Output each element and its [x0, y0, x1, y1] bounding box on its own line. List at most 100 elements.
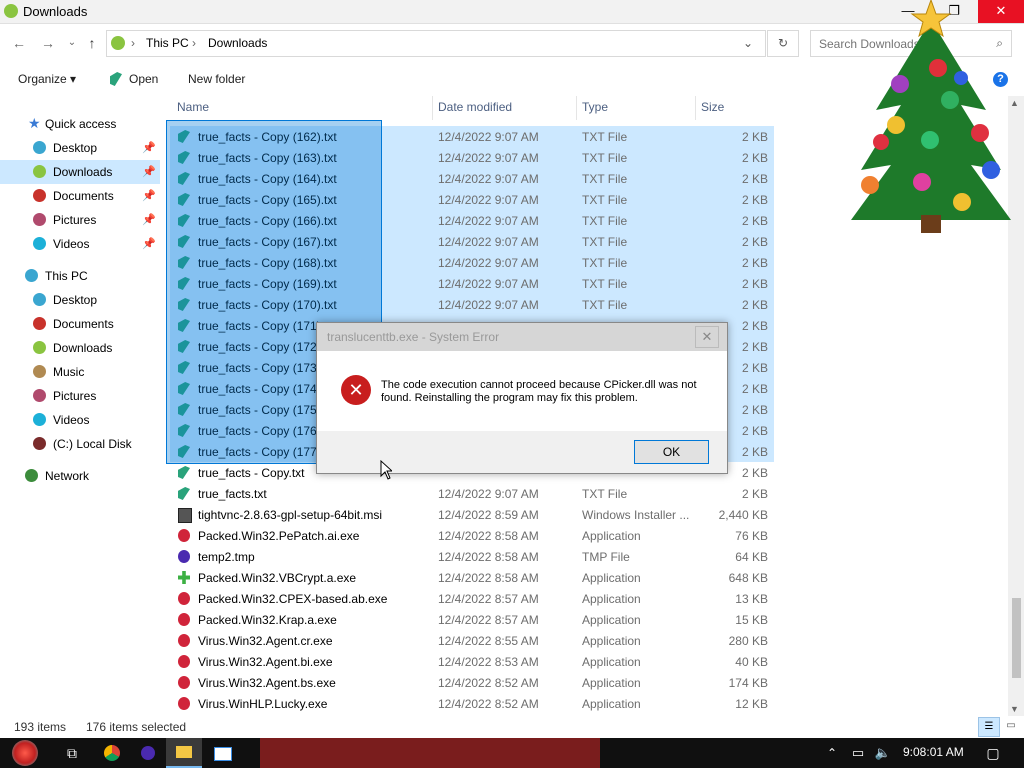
file-name: Virus.Win32.Agent.bs.exe	[198, 676, 336, 690]
sidebar-network[interactable]: Network	[0, 464, 160, 488]
scrollbar-thumb[interactable]	[1012, 598, 1021, 678]
file-size: 2 KB	[741, 235, 768, 249]
recent-locations-button[interactable]: ⌄	[62, 33, 82, 53]
file-row[interactable]: Virus.Win32.Agent.bi.exe 12/4/2022 8:53 A…	[170, 651, 774, 672]
file-row[interactable]: Packed.Win32.Krap.a.exe 12/4/2022 8:57 AM…	[170, 609, 774, 630]
sidebar-item-pc-desktop[interactable]: Desktop	[0, 288, 160, 312]
dialog-body: ✕ The code execution cannot proceed beca…	[317, 351, 727, 431]
open-button[interactable]: Open	[129, 72, 158, 86]
sidebar-label: Pictures	[53, 213, 97, 227]
scroll-down-arrow-icon[interactable]: ▼	[1010, 704, 1019, 714]
column-header-type[interactable]: Type	[582, 100, 608, 120]
show-hidden-icons-icon[interactable]: ⌃	[820, 738, 844, 768]
sidebar-item-local-disk[interactable]: (C:) Local Disk	[0, 432, 160, 456]
file-row[interactable]: Virus.Win32.Agent.cr.exe 12/4/2022 8:55 A…	[170, 630, 774, 651]
sidebar-label: Downloads	[53, 341, 113, 355]
open-icon	[110, 72, 122, 86]
file-size: 2 KB	[741, 256, 768, 270]
sidebar-quick-access[interactable]: ★ Quick access	[0, 112, 160, 136]
forward-button[interactable]: →	[38, 33, 58, 53]
status-item-count: 193 items	[14, 720, 67, 734]
chrome-logo	[104, 745, 120, 761]
file-row[interactable]: Packed.Win32.CPEX-based.ab.exe 12/4/2022 …	[170, 588, 774, 609]
file-explorer-taskbar-icon[interactable]	[166, 738, 202, 768]
notifications-icon[interactable]: ▢	[978, 738, 1008, 768]
breadcrumb-downloads[interactable]: Downloads	[208, 36, 267, 50]
documents-icon	[33, 317, 46, 330]
file-name: true_facts.txt	[198, 487, 267, 501]
column-divider[interactable]	[695, 96, 696, 120]
address-bar[interactable]: › This PC › Downloads ⌄	[106, 30, 766, 57]
status-selected-count: 176 items selected	[86, 720, 187, 734]
column-header-date[interactable]: Date modified	[438, 100, 512, 120]
file-date: 12/4/2022 8:55 AM	[438, 634, 539, 648]
downloads-icon	[33, 341, 46, 354]
file-row[interactable]: Virus.Win32.Agent.bs.exe 12/4/2022 8:52 A…	[170, 672, 774, 693]
volume-icon[interactable]: 🔈	[871, 738, 895, 768]
sidebar-item-pc-documents[interactable]: Documents	[0, 312, 160, 336]
refresh-button[interactable]: ↻	[767, 30, 799, 57]
desktop-wallpaper-strip	[260, 738, 600, 768]
sidebar-item-videos[interactable]: Videos 📌	[0, 232, 160, 256]
up-button[interactable]: ↑	[82, 33, 102, 53]
file-size: 2 KB	[741, 151, 768, 165]
pin-icon: 📌	[142, 166, 156, 178]
disk-icon	[33, 437, 46, 450]
file-date: 12/4/2022 9:07 AM	[438, 193, 539, 207]
media-app-icon[interactable]	[130, 738, 166, 768]
file-size: 648 KB	[728, 571, 768, 585]
new-folder-button[interactable]: New folder	[188, 72, 245, 86]
task-view-icon[interactable]: ⧉	[54, 738, 90, 768]
taskbar-clock[interactable]: 9:08:01 AM	[903, 745, 964, 759]
file-size: 2 KB	[741, 193, 768, 207]
large-icons-view-icon[interactable]: ▭	[1001, 717, 1021, 735]
application-icon	[178, 676, 190, 689]
file-date: 12/4/2022 9:07 AM	[438, 214, 539, 228]
file-row[interactable]: true_facts.txt 12/4/2022 9:07 AM TXT File 2…	[170, 483, 774, 504]
file-size: 13 KB	[735, 592, 768, 606]
file-size: 2 KB	[741, 445, 768, 459]
dialog-close-button[interactable]: ✕	[695, 326, 719, 348]
file-name: tightvnc-2.8.63-gpl-setup-64bit.msi	[198, 508, 383, 522]
chrome-icon[interactable]	[94, 738, 130, 768]
ok-button[interactable]: OK	[634, 440, 709, 464]
address-dropdown-icon[interactable]: ⌄	[743, 36, 753, 50]
sidebar-item-downloads[interactable]: Downloads 📌	[0, 160, 160, 184]
sidebar-item-pc-pictures[interactable]: Pictures	[0, 384, 160, 408]
file-size: 2 KB	[741, 424, 768, 438]
file-type: TXT File	[582, 151, 628, 165]
column-header-size[interactable]: Size	[701, 100, 724, 120]
column-divider[interactable]	[432, 96, 433, 120]
file-size: 12 KB	[735, 697, 768, 711]
file-row[interactable]: tightvnc-2.8.63-gpl-setup-64bit.msi 12/4/…	[170, 504, 774, 525]
start-button[interactable]	[10, 738, 42, 768]
file-size: 2 KB	[741, 214, 768, 228]
file-type: TXT File	[582, 298, 628, 312]
sidebar-item-documents[interactable]: Documents 📌	[0, 184, 160, 208]
network-tray-icon[interactable]: ▭	[846, 738, 870, 768]
file-row[interactable]: Packed.Win32.VBCrypt.a.exe 12/4/2022 8:58…	[170, 567, 774, 588]
back-button[interactable]: ←	[9, 33, 29, 53]
christmas-tree-icon	[851, 0, 1011, 233]
file-row[interactable]: Virus.WinHLP.Lucky.exe 12/4/2022 8:52 AM A…	[170, 693, 774, 714]
breadcrumb-this-pc[interactable]: This PC	[146, 36, 189, 50]
dialog-title-bar[interactable]: translucenttb.exe - System Error ✕	[317, 323, 727, 351]
file-row[interactable]: temp2.tmp 12/4/2022 8:58 AM TMP File 64 KB	[170, 546, 774, 567]
sidebar-item-pc-downloads[interactable]: Downloads	[0, 336, 160, 360]
sidebar-item-pc-music[interactable]: Music	[0, 360, 160, 384]
column-divider[interactable]	[576, 96, 577, 120]
file-type: TXT File	[582, 256, 628, 270]
details-view-icon[interactable]: ☰	[978, 717, 1000, 737]
star-icon: ★	[28, 115, 41, 131]
sidebar-this-pc[interactable]: This PC	[0, 264, 160, 288]
sidebar-item-pc-videos[interactable]: Videos	[0, 408, 160, 432]
breadcrumb-separator-icon: ›	[192, 36, 196, 50]
column-header-name[interactable]: Name	[177, 100, 209, 120]
file-row[interactable]: Packed.Win32.PePatch.ai.exe 12/4/2022 8:5…	[170, 525, 774, 546]
file-type: Application	[582, 655, 641, 669]
sidebar-item-pictures[interactable]: Pictures 📌	[0, 208, 160, 232]
window-app-icon[interactable]	[204, 738, 240, 768]
organize-button[interactable]: Organize ▾	[18, 72, 76, 86]
file-type: TXT File	[582, 130, 628, 144]
sidebar-item-desktop[interactable]: Desktop 📌	[0, 136, 160, 160]
